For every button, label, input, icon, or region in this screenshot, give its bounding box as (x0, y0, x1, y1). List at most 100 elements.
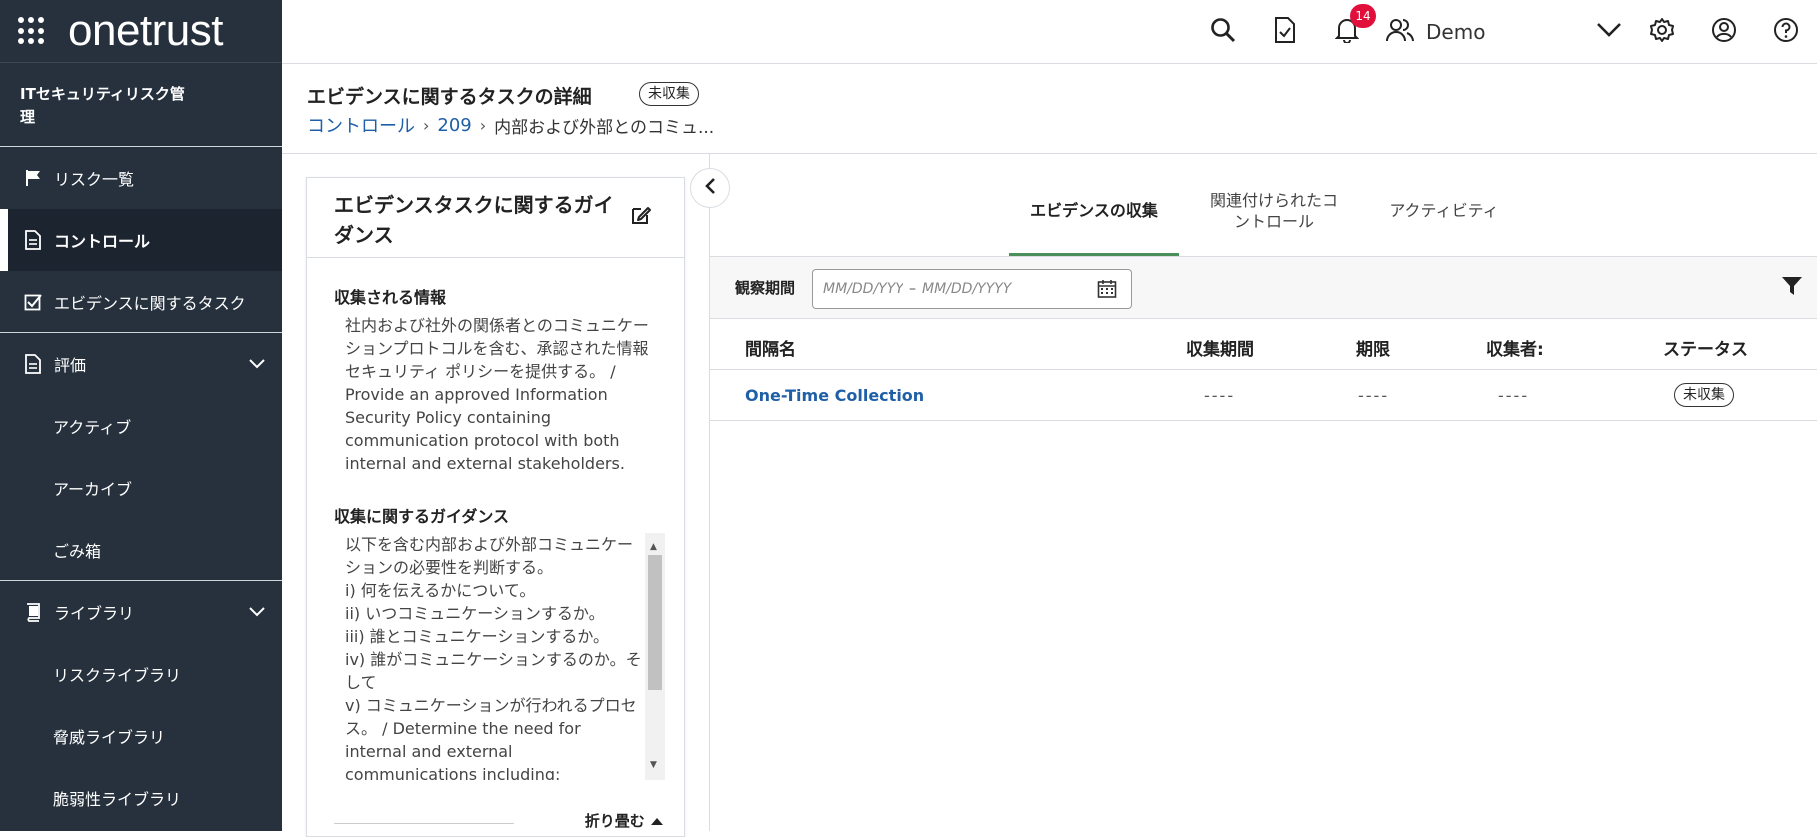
collapse-label: 折り畳む (584, 812, 645, 830)
chevron-down-icon (1596, 22, 1622, 42)
notifications-button[interactable]: 14 (1316, 0, 1378, 64)
task-check-icon (1274, 17, 1296, 47)
sidebar-item-vulnerability-library[interactable]: 脆弱性ライブラリ (0, 767, 282, 829)
tab-linked-controls[interactable]: 関連付けられたコントロール (1179, 182, 1369, 256)
org-selector-label[interactable]: Demo (1422, 20, 1587, 44)
sidebar-item-library[interactable]: ライブラリ (0, 581, 282, 643)
due-date-cell: ---- (1358, 386, 1390, 405)
sidebar-item-evidence-tasks[interactable]: エビデンスに関するタスク (0, 271, 282, 333)
org-dropdown-button[interactable] (1587, 0, 1631, 64)
date-to-input[interactable]: MM/DD/YYYY (922, 281, 1011, 297)
topbar-icons: 14 Demo (1192, 0, 1817, 64)
document-icon (22, 229, 44, 251)
topbar: 14 Demo (282, 0, 1817, 64)
info-section-title: 収集される情報 (334, 288, 447, 307)
chevron-left-icon (704, 177, 716, 199)
collapse-panel-button[interactable] (690, 168, 730, 208)
breadcrumb-current: 内部および外部とのコミュ... (494, 117, 715, 138)
filter-bar: 観察期間 MM/DD/YYYY – MM/DD/YYYY (710, 257, 1817, 319)
sidebar-item-label: ライブラリ (54, 604, 135, 623)
guidance-section-body: 以下を含む内部および外部コミュニケーションの必要性を判断する。 i) 何を伝える… (345, 535, 642, 780)
status-badge: 未収集 (639, 82, 699, 106)
document-icon (22, 353, 44, 375)
edit-icon[interactable] (630, 204, 652, 234)
status-cell: 未収集 (1674, 383, 1734, 407)
col-collection-period[interactable]: 収集期間 (1186, 335, 1254, 360)
flag-icon (22, 167, 44, 189)
date-from-input[interactable]: MM/DD/YYYY (823, 281, 903, 297)
sidebar-item-trash[interactable]: ごみ箱 (0, 519, 282, 581)
app-launcher-icon[interactable] (18, 17, 46, 45)
page-header: エビデンスに関するタスクの詳細 未収集 コントロール › 209 › 内部および… (282, 64, 1817, 154)
sidebar-item-controls[interactable]: コントロール (0, 209, 282, 271)
checkbox-icon (22, 291, 44, 313)
scrollbar[interactable]: ▲ ▼ (645, 533, 665, 780)
help-button[interactable] (1755, 0, 1817, 64)
breadcrumb-control-id[interactable]: 209 (437, 115, 471, 136)
chevron-right-icon: › (479, 115, 487, 135)
info-section-body: 社内および社外の関係者とのコミュニケーションプロトコルを含む、承認された情報セキ… (345, 316, 649, 473)
collection-period-cell: ---- (1204, 386, 1236, 405)
search-icon (1210, 17, 1236, 47)
scrollbar-thumb[interactable] (648, 555, 662, 690)
table-row: One-Time Collection ---- ---- ---- 未収集 (710, 371, 1817, 421)
guidance-scroll-area[interactable]: 以下を含む内部および外部コミュニケーションの必要性を判断する。 i) 何を伝える… (345, 533, 665, 780)
guidance-title: エビデンスタスクに関するガイダンス (334, 193, 614, 247)
caret-up-icon (650, 812, 664, 830)
col-status[interactable]: ステータス (1663, 335, 1748, 360)
user-circle-icon (1711, 17, 1737, 47)
status-badge: 未収集 (1674, 383, 1734, 407)
gear-icon (1649, 17, 1675, 47)
sidebar-item-active[interactable]: アクティブ (0, 395, 282, 457)
guidance-section-title: 収集に関するガイダンス (334, 507, 510, 526)
sidebar-item-archive[interactable]: アーカイブ (0, 457, 282, 519)
sidebar-item-label: コントロール (54, 232, 151, 251)
tab-label: 関連付けられたコントロール (1209, 191, 1338, 231)
scroll-down-icon[interactable]: ▼ (650, 754, 657, 777)
tab-evidence-collection[interactable]: エビデンスの収集 (1009, 182, 1179, 256)
col-due-date[interactable]: 期限 (1356, 335, 1390, 360)
users-icon-wrap (1378, 0, 1422, 64)
sidebar-item-risk-list[interactable]: リスク一覧 (0, 147, 282, 209)
chevron-right-icon: › (423, 115, 430, 135)
filter-icon[interactable] (1781, 275, 1803, 301)
sidebar-item-threat-library[interactable]: 脅威ライブラリ (0, 705, 282, 767)
breadcrumb-controls[interactable]: コントロール (307, 112, 415, 138)
guidance-card: エビデンスタスクに関するガイダンス 収集される情報 社内および社外の関係者とのコ… (306, 177, 685, 837)
app-name: ITセキュリティリスク管理 (0, 63, 282, 147)
sidebar-item-assessments[interactable]: 評価 (0, 333, 282, 395)
chevron-down-icon (248, 603, 266, 622)
calendar-icon[interactable] (1097, 279, 1117, 303)
col-interval-name[interactable]: 間隔名 (745, 335, 796, 360)
observation-period-label: 観察期間 (735, 279, 796, 297)
divider (334, 823, 514, 824)
breadcrumb: コントロール › 209 › 内部および外部とのコミュ... (307, 112, 714, 138)
sidebar: onetrust ITセキュリティリスク管理 リスク一覧 コントロール エビデン… (0, 0, 282, 831)
sidebar-item-risk-library[interactable]: リスクライブラリ (0, 643, 282, 705)
guidance-header: エビデンスタスクに関するガイダンス (307, 178, 684, 258)
book-icon (22, 601, 44, 623)
brand-logo[interactable]: onetrust (68, 6, 223, 56)
col-collector[interactable]: 収集者: (1486, 335, 1544, 360)
tab-activity[interactable]: アクティビティ (1369, 182, 1519, 256)
date-range-input[interactable]: MM/DD/YYYY – MM/DD/YYYY (812, 269, 1132, 309)
sidebar-item-label: リスク一覧 (54, 170, 135, 189)
tasks-button[interactable] (1254, 0, 1316, 64)
chevron-down-icon (248, 355, 266, 374)
collector-cell: ---- (1498, 386, 1530, 405)
page-title: エビデンスに関するタスクの詳細 (307, 86, 592, 108)
notification-badge: 14 (1350, 4, 1376, 28)
help-icon (1773, 17, 1799, 47)
logo-row: onetrust (0, 0, 282, 63)
sidebar-item-label: エビデンスに関するタスク (54, 293, 246, 313)
profile-button[interactable] (1693, 0, 1755, 64)
tab-bar: エビデンスの収集 関連付けられたコントロール アクティビティ (1009, 182, 1519, 256)
search-button[interactable] (1192, 0, 1254, 64)
settings-button[interactable] (1631, 0, 1693, 64)
date-range-separator: – (909, 281, 916, 297)
collapse-button[interactable]: 折り畳む (585, 810, 664, 831)
table-header: 間隔名 収集期間 期限 収集者: ステータス (710, 320, 1817, 370)
sidebar-item-label: 評価 (54, 356, 87, 375)
interval-name-link[interactable]: One-Time Collection (745, 386, 924, 405)
users-icon (1386, 17, 1414, 47)
